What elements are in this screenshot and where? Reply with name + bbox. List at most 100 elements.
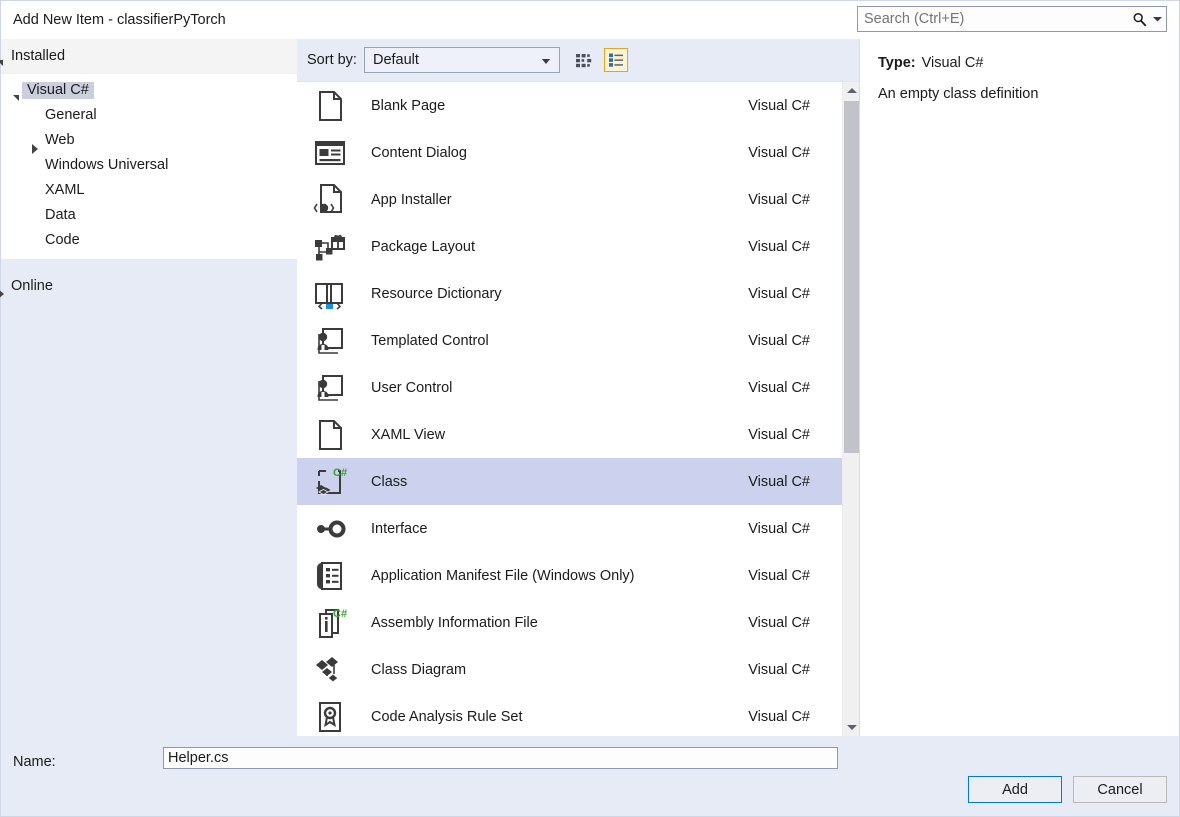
template-list-item[interactable]: User ControlVisual C# xyxy=(297,364,842,411)
name-input[interactable] xyxy=(163,747,838,769)
cancel-button[interactable]: Cancel xyxy=(1073,776,1167,803)
class-diagram-icon xyxy=(307,650,353,690)
category-sidebar: Installed Visual C# General Web Windows Uni… xyxy=(1,39,297,736)
sidebar-item-visual-c[interactable]: Visual C# xyxy=(1,78,297,103)
sidebar-group-installed-label: Installed xyxy=(11,48,65,64)
user-control-icon xyxy=(307,368,353,408)
sidebar-item-label: Visual C# xyxy=(22,82,94,100)
sidebar-item-label: Data xyxy=(45,208,76,223)
sidebar-group-installed[interactable]: Installed xyxy=(1,39,297,73)
template-list-item[interactable]: Package LayoutVisual C# xyxy=(297,223,842,270)
template-toolbar: Sort by: Default xyxy=(297,39,859,81)
template-language: Visual C# xyxy=(748,192,842,208)
sort-by-label: Sort by: xyxy=(307,52,357,68)
template-list-item[interactable]: Class DiagramVisual C# xyxy=(297,646,842,693)
chevron-down-icon xyxy=(542,59,550,64)
template-name: Package Layout xyxy=(353,239,748,255)
template-language: Visual C# xyxy=(748,662,842,678)
template-language: Visual C# xyxy=(748,286,842,302)
template-list-item[interactable]: XAML ViewVisual C# xyxy=(297,411,842,458)
details-type-value: Visual C# xyxy=(922,55,984,71)
scroll-up-icon[interactable] xyxy=(843,82,859,99)
svg-text:C#: C# xyxy=(333,467,347,479)
template-name: Application Manifest File (Windows Only) xyxy=(353,568,748,584)
blank-page-icon xyxy=(307,86,353,126)
sidebar-item-code[interactable]: Code xyxy=(1,228,297,253)
template-language: Visual C# xyxy=(748,427,842,443)
details-type-label: Type: xyxy=(878,55,916,71)
search-box-wrapper xyxy=(857,6,1167,32)
template-language: Visual C# xyxy=(748,145,842,161)
template-name: Interface xyxy=(353,521,748,537)
template-name: App Installer xyxy=(353,192,748,208)
template-language: Visual C# xyxy=(748,521,842,537)
templated-control-icon xyxy=(307,321,353,361)
template-language: Visual C# xyxy=(748,380,842,396)
template-list-item[interactable]: Templated ControlVisual C# xyxy=(297,317,842,364)
template-name: Code Analysis Rule Set xyxy=(353,709,748,725)
details-pane: Type: Visual C# An empty class definition xyxy=(859,39,1179,736)
resource-dictionary-icon xyxy=(307,274,353,314)
grid-view-icon[interactable] xyxy=(572,48,596,72)
template-language: Visual C# xyxy=(748,333,842,349)
svg-text:C#: C# xyxy=(333,608,347,620)
package-layout-icon xyxy=(307,227,353,267)
template-name: XAML View xyxy=(353,427,748,443)
scrollbar-thumb[interactable] xyxy=(844,101,859,453)
template-list[interactable]: Blank PageVisual C#Content DialogVisual … xyxy=(297,82,842,736)
details-description: An empty class definition xyxy=(878,85,1161,105)
search-input[interactable] xyxy=(858,11,1126,27)
template-list-item[interactable]: Resource DictionaryVisual C# xyxy=(297,270,842,317)
sidebar-item-windows-universal[interactable]: Windows Universal xyxy=(1,153,297,178)
template-list-item[interactable]: Blank PageVisual C# xyxy=(297,82,842,129)
sort-by-select[interactable]: Default xyxy=(364,47,560,73)
sidebar-item-data[interactable]: Data xyxy=(1,203,297,228)
template-name: User Control xyxy=(353,380,748,396)
template-language: Visual C# xyxy=(748,709,842,725)
dialog-body: Installed Visual C# General Web Windows Uni… xyxy=(1,39,1179,736)
template-name: Resource Dictionary xyxy=(353,286,748,302)
sidebar-item-label: General xyxy=(45,108,97,123)
template-list-region: Blank PageVisual C#Content DialogVisual … xyxy=(297,81,859,736)
sidebar-item-xaml[interactable]: XAML xyxy=(1,178,297,203)
template-list-item[interactable]: Application Manifest File (Windows Only)… xyxy=(297,552,842,599)
sidebar-item-web[interactable]: Web xyxy=(1,128,297,153)
add-button[interactable]: Add xyxy=(968,776,1062,803)
scroll-down-icon[interactable] xyxy=(843,719,859,736)
template-name: Class xyxy=(353,474,748,490)
manifest-file-icon xyxy=(307,556,353,596)
template-name: Templated Control xyxy=(353,333,748,349)
template-language: Visual C# xyxy=(748,474,842,490)
template-list-item[interactable]: Content DialogVisual C# xyxy=(297,129,842,176)
template-language: Visual C# xyxy=(748,239,842,255)
sidebar-group-online[interactable]: Online xyxy=(1,269,297,303)
template-list-item[interactable]: C# ClassVisual C# xyxy=(297,458,842,505)
search-icon[interactable] xyxy=(1126,12,1152,27)
sidebar-group-online-label: Online xyxy=(11,278,53,294)
template-name: Assembly Information File xyxy=(353,615,748,631)
sidebar-item-label: Code xyxy=(45,233,80,248)
sidebar-item-general[interactable]: General xyxy=(1,103,297,128)
sidebar-item-label: Windows Universal xyxy=(45,158,168,173)
assembly-info-icon: C# xyxy=(307,603,353,643)
category-tree: Visual C# General Web Windows Universal XAML… xyxy=(1,73,297,259)
template-list-item[interactable]: App InstallerVisual C# xyxy=(297,176,842,223)
interface-icon xyxy=(307,509,353,549)
template-list-scrollbar[interactable] xyxy=(842,82,859,736)
name-label: Name: xyxy=(13,754,56,770)
template-browser: Sort by: Default xyxy=(297,39,859,736)
template-name: Blank Page xyxy=(353,98,748,114)
search-box[interactable] xyxy=(857,6,1167,32)
template-list-item[interactable]: Code Analysis Rule SetVisual C# xyxy=(297,693,842,736)
xaml-view-icon xyxy=(307,415,353,455)
add-new-item-dialog: Add New Item - classifierPyTorch ? ✕ Ins… xyxy=(0,0,1180,817)
details-type-row: Type: Visual C# xyxy=(878,55,1161,71)
template-list-item[interactable]: InterfaceVisual C# xyxy=(297,505,842,552)
template-list-item[interactable]: C# Assembly Information FileVisual C# xyxy=(297,599,842,646)
template-language: Visual C# xyxy=(748,568,842,584)
chevron-down-icon[interactable] xyxy=(1152,16,1166,22)
template-language: Visual C# xyxy=(748,615,842,631)
template-language: Visual C# xyxy=(748,98,842,114)
list-view-icon[interactable] xyxy=(604,48,628,72)
app-installer-icon xyxy=(307,180,353,220)
